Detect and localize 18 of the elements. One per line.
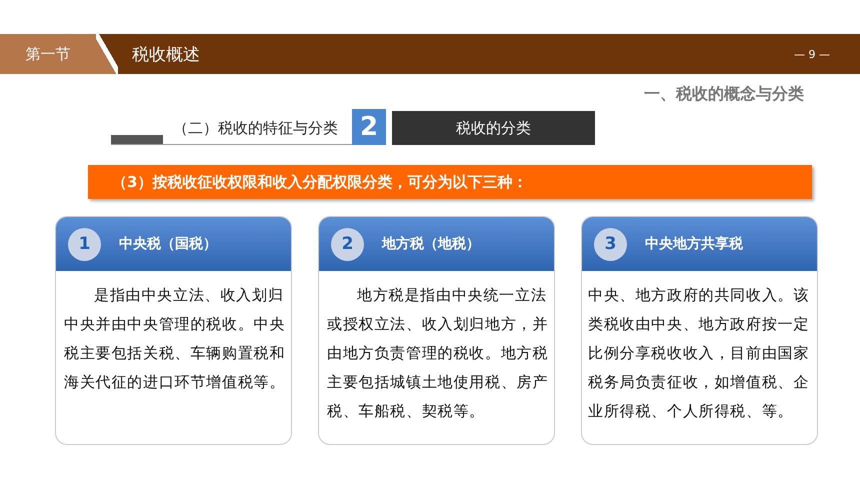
heading-banner: （3）按税收征收权限和收入分配权限分类，可分为以下三种： [88,165,812,199]
card-title: 地方税（地税） [382,235,480,253]
section-label: 第一节 [26,44,70,64]
section-title-box: 税收的分类 [392,111,595,145]
header-title: 税收概述 [132,44,200,66]
card-title: 中央地方共享税 [645,235,743,253]
page-number: — 9 — [794,48,830,60]
chapter-title: 一、税收的概念与分类 [644,84,804,105]
card-text: 是指由中央立法、收入划归中央并由中央管理的税收。中央税主要包括关税、车辆购置税和海关代征的进口环节增值税等。 [63,285,286,393]
card-title: 中央税（国税） [119,235,217,253]
card-text: 中央、地方政府的共同收入。该类税收由中央、地方政府按一定比例分享税收收入，目前由国家税务局负责征收，如增值税、企业所得税、个人所得税、等。 [588,285,810,422]
accent-bar [111,135,163,144]
number-circle: 2 [331,228,364,260]
number-square: 2 [352,109,386,145]
number-circle: 1 [68,228,101,260]
card-text: 地方税是指由中央统一立法或授权立法、收入划归地方，并由地方负责管理的税收。地方税主要包括城镇土地使用税、房产税、车船税、契税等。 [326,285,549,422]
subheading-label: （二）税收的特征与分类 [173,119,338,139]
number-circle: 3 [594,228,627,260]
